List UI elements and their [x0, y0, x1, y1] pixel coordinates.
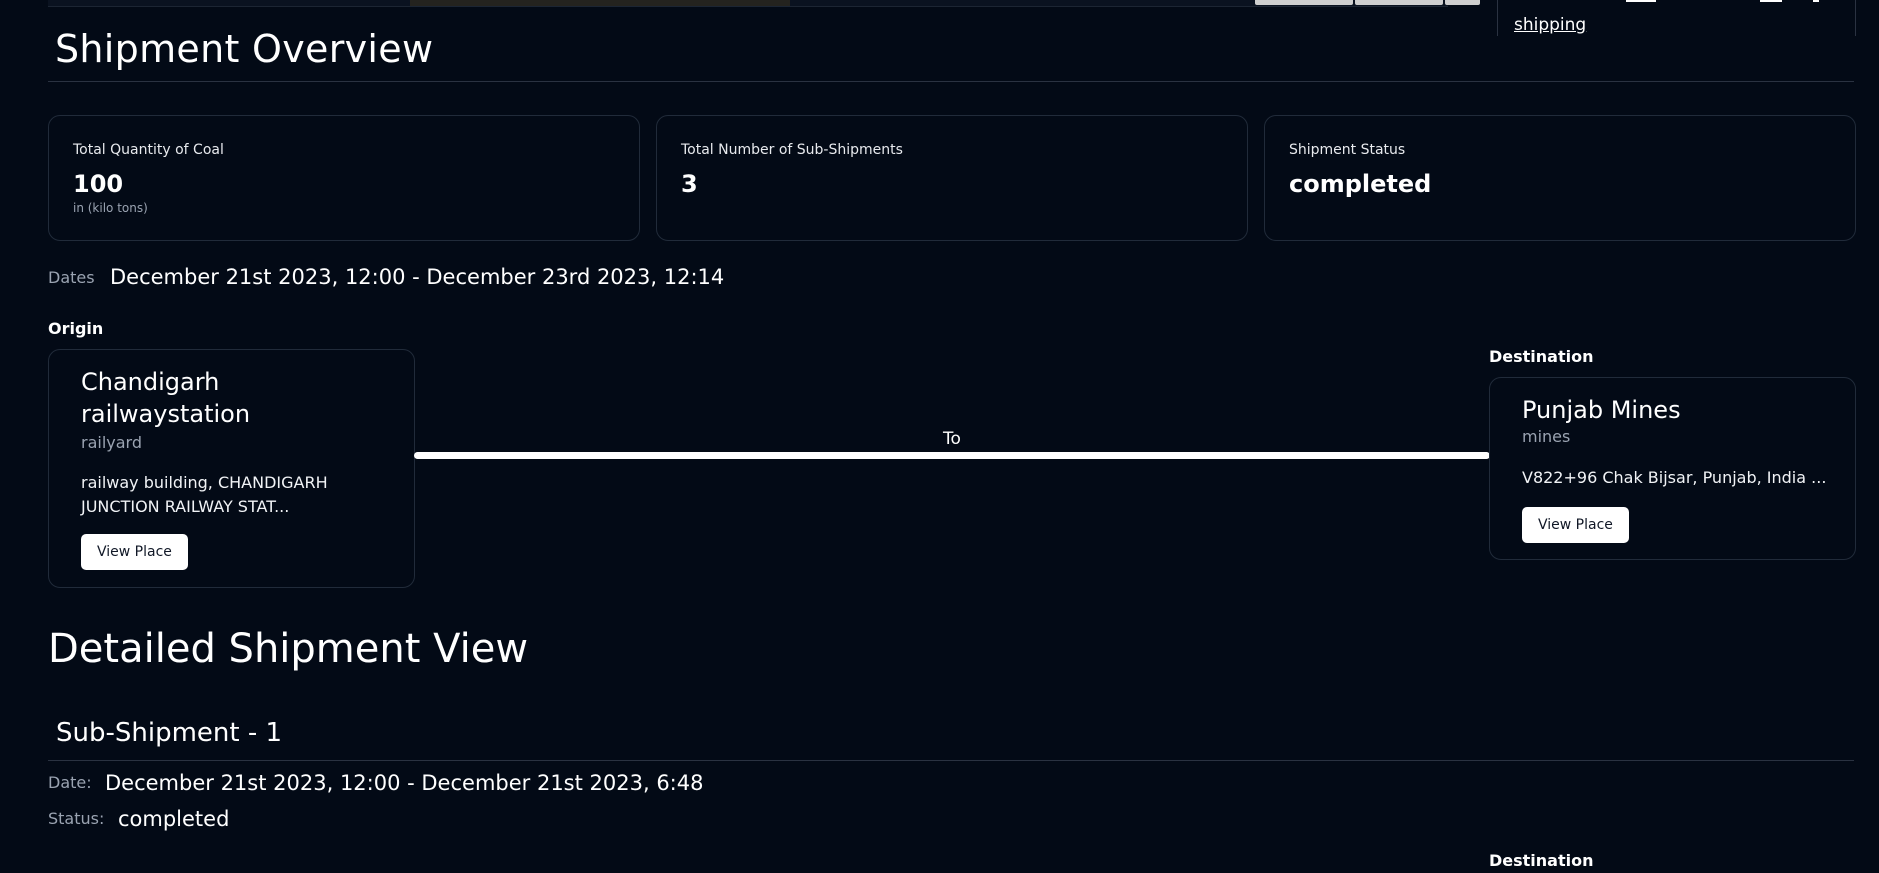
origin-name: Chandigarh railwaystation [81, 366, 250, 430]
sub-shipment-title: Sub-Shipment - 1 [56, 718, 283, 748]
side-panel-text-fragment [1813, 0, 1819, 2]
route-label: To [943, 429, 961, 449]
origin-card: Chandigarh railwaystation railyard railw… [48, 349, 415, 588]
stat-value: 3 [681, 170, 698, 198]
destination-view-place-button[interactable]: View Place [1522, 507, 1629, 543]
destination-address: V822+96 Chak Bijsar, Punjab, India ... [1522, 468, 1827, 487]
stat-card-coal-quantity: Total Quantity of Coal 100 in (kilo tons… [48, 115, 640, 241]
sub-shipment-status-label: Status: [48, 809, 105, 828]
detailed-view-title: Detailed Shipment View [48, 626, 529, 672]
origin-view-place-button[interactable]: View Place [81, 534, 188, 570]
origin-label: Origin [48, 319, 104, 338]
sub-shipment-divider [48, 760, 1854, 761]
stat-label: Total Number of Sub-Shipments [681, 142, 903, 158]
stat-card-sub-shipments: Total Number of Sub-Shipments 3 [656, 115, 1248, 241]
route-line [414, 452, 1490, 459]
destination-name: Punjab Mines [1522, 396, 1681, 424]
dates-value: December 21st 2023, 12:00 - December 23r… [110, 265, 725, 289]
origin-address-line: JUNCTION RAILWAY STAT... [81, 497, 290, 516]
overview-title: Shipment Overview [55, 27, 434, 71]
origin-address: railway building, CHANDIGARH JUNCTION RA… [81, 471, 328, 519]
origin-address-line: railway building, CHANDIGARH [81, 473, 328, 492]
sub-shipment-destination-label: Destination [1489, 851, 1594, 870]
stat-card-shipment-status: Shipment Status completed [1264, 115, 1856, 241]
stat-value: 100 [73, 170, 124, 198]
map-terms[interactable] [1445, 0, 1480, 5]
origin-name-line: railwaystation [81, 400, 251, 428]
side-panel-text-fragment [1760, 0, 1782, 2]
destination-card: Punjab Mines mines V822+96 Chak Bijsar, … [1489, 377, 1856, 560]
destination-type: mines [1522, 427, 1571, 446]
dates-label: Dates [48, 268, 95, 287]
stat-label: Shipment Status [1289, 142, 1406, 158]
origin-name-line: Chandigarh [81, 368, 220, 396]
stat-label: Total Quantity of Coal [73, 142, 224, 158]
overview-divider [48, 81, 1854, 82]
sub-shipment-date-value: December 21st 2023, 12:00 - December 21s… [105, 771, 704, 795]
stat-unit: in (kilo tons) [73, 201, 148, 215]
origin-type: railyard [81, 433, 142, 452]
destination-label: Destination [1489, 347, 1594, 366]
map-image [410, 0, 790, 6]
sub-shipment-status-value: completed [118, 807, 230, 831]
shipping-link[interactable]: shipping [1514, 15, 1586, 35]
map-data-attribution[interactable] [1355, 0, 1443, 5]
sub-shipment-date-label: Date: [48, 773, 92, 792]
side-panel-text-fragment [1626, 0, 1656, 2]
map-keyboard-shortcuts[interactable] [1255, 0, 1353, 5]
stat-value: completed [1289, 170, 1432, 198]
